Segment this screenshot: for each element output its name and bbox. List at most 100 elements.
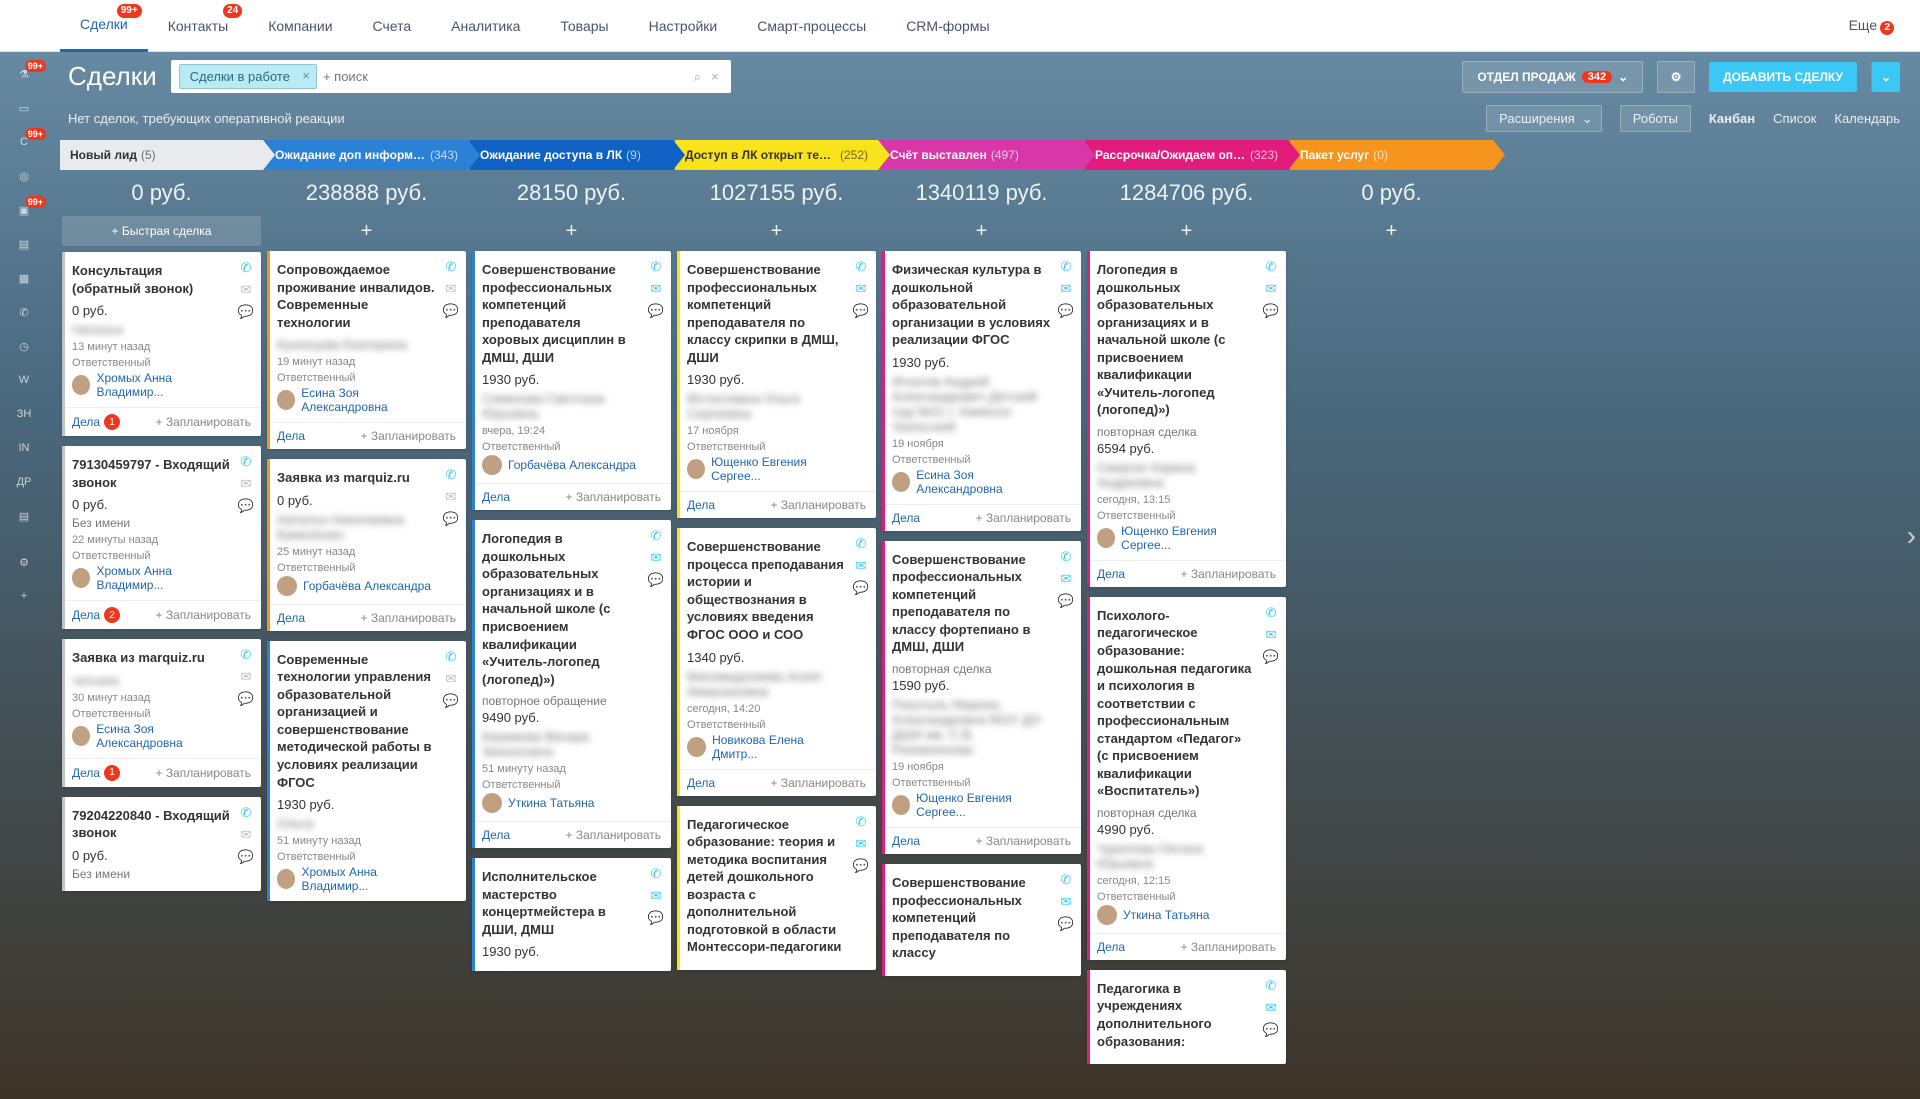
deal-card[interactable]: Логопедия в дошкольных образовательных о… bbox=[1087, 251, 1286, 587]
add-card-button[interactable]: + bbox=[265, 216, 468, 251]
settings-button[interactable]: ⚙ bbox=[1657, 61, 1695, 93]
sidebar-clock-icon[interactable]: ◷ bbox=[8, 336, 40, 356]
chat-icon[interactable]: 💬 bbox=[1057, 916, 1075, 932]
mail-icon[interactable]: ✉ bbox=[1057, 281, 1075, 297]
card-assignee[interactable]: Есина Зоя Александровна bbox=[892, 468, 1051, 496]
chat-icon[interactable]: 💬 bbox=[647, 303, 665, 319]
deal-card[interactable]: Физическая культура в дошкольной образов… bbox=[882, 251, 1081, 531]
sidebar-in[interactable]: IN bbox=[8, 438, 40, 458]
sidebar-phone-icon[interactable]: ✆ bbox=[8, 302, 40, 322]
chat-icon[interactable]: 💬 bbox=[852, 580, 870, 596]
stage-header[interactable]: Ожидание доп информации(343) bbox=[265, 140, 468, 170]
add-deal-button[interactable]: ДОБАВИТЬ СДЕЛКУ bbox=[1709, 62, 1857, 92]
deal-card[interactable]: Совершенствование процесса преподавания … bbox=[677, 528, 876, 795]
add-card-button[interactable]: + bbox=[1085, 216, 1288, 251]
nav-Смарт-процессы[interactable]: Смарт-процессы bbox=[737, 0, 886, 52]
nav-Контакты[interactable]: Контакты24 bbox=[148, 0, 248, 52]
mail-icon[interactable]: ✉ bbox=[647, 550, 665, 566]
phone-icon[interactable]: ✆ bbox=[442, 467, 460, 483]
card-assignee[interactable]: Горбачёва Александра bbox=[482, 455, 641, 475]
card-deals-link[interactable]: Дела bbox=[482, 828, 510, 842]
phone-icon[interactable]: ✆ bbox=[442, 649, 460, 665]
chat-icon[interactable]: 💬 bbox=[442, 511, 460, 527]
card-deals-link[interactable]: Дела bbox=[1097, 567, 1125, 581]
card-deals-link[interactable]: Дела bbox=[482, 490, 510, 504]
phone-icon[interactable]: ✆ bbox=[647, 866, 665, 882]
phone-icon[interactable]: ✆ bbox=[1057, 259, 1075, 275]
chat-icon[interactable]: 💬 bbox=[237, 498, 255, 514]
phone-icon[interactable]: ✆ bbox=[1057, 549, 1075, 565]
card-assignee[interactable]: Есина Зоя Александровна bbox=[277, 386, 436, 414]
card-deals-link[interactable]: Дела bbox=[277, 611, 305, 625]
mail-icon[interactable]: ✉ bbox=[237, 827, 255, 843]
mail-icon[interactable]: ✉ bbox=[237, 476, 255, 492]
phone-icon[interactable]: ✆ bbox=[237, 647, 255, 663]
card-assignee[interactable]: Уткина Татьяна bbox=[1097, 905, 1256, 925]
stage-header[interactable]: Доступ в ЛК открыт тех отд...(252) bbox=[675, 140, 878, 170]
deal-card[interactable]: Консультация (обратный звонок)0 руб.Ната… bbox=[62, 252, 261, 436]
sidebar-w[interactable]: W bbox=[8, 370, 40, 390]
mail-icon[interactable]: ✉ bbox=[647, 281, 665, 297]
card-plan-link[interactable]: + Запланировать bbox=[975, 834, 1071, 848]
phone-icon[interactable]: ✆ bbox=[852, 536, 870, 552]
view-calendar[interactable]: Календарь bbox=[1834, 111, 1900, 126]
search-icon[interactable]: ⌕ bbox=[688, 69, 707, 85]
chat-icon[interactable]: 💬 bbox=[442, 693, 460, 709]
deal-card[interactable]: Заявка из marquiz.ru0 руб.Наталья Никола… bbox=[267, 459, 466, 631]
sidebar-doc-icon[interactable]: ▤ bbox=[8, 506, 40, 526]
deal-card[interactable]: Современные технологии управления образо… bbox=[267, 641, 466, 901]
phone-icon[interactable]: ✆ bbox=[237, 805, 255, 821]
nav-Настройки[interactable]: Настройки bbox=[629, 0, 738, 52]
card-assignee[interactable]: Хромых Анна Владимир... bbox=[277, 865, 436, 893]
phone-icon[interactable]: ✆ bbox=[647, 528, 665, 544]
card-assignee[interactable]: Хромых Анна Владимир... bbox=[72, 564, 231, 592]
card-assignee[interactable]: Ющенко Евгения Сергее... bbox=[687, 455, 846, 483]
sidebar-apps-icon[interactable]: ▦ bbox=[8, 268, 40, 288]
deal-card[interactable]: Исполнительское мастерство концертмейсте… bbox=[472, 858, 671, 971]
card-plan-link[interactable]: + Запланировать bbox=[770, 498, 866, 512]
phone-icon[interactable]: ✆ bbox=[1057, 872, 1075, 888]
phone-icon[interactable]: ✆ bbox=[442, 259, 460, 275]
card-deals-link[interactable]: Дела 1 bbox=[72, 765, 120, 781]
stage-header[interactable]: Пакет услуг(0) bbox=[1290, 140, 1493, 170]
phone-icon[interactable]: ✆ bbox=[237, 454, 255, 470]
deal-card[interactable]: Педагогическое образование: теория и мет… bbox=[677, 806, 876, 970]
nav-Счета[interactable]: Счета bbox=[353, 0, 432, 52]
add-card-button[interactable]: + bbox=[880, 216, 1083, 251]
card-deals-link[interactable]: Дела 2 bbox=[72, 607, 120, 623]
mail-icon[interactable]: ✉ bbox=[442, 671, 460, 687]
sidebar-dr[interactable]: ДР bbox=[8, 472, 40, 492]
department-button[interactable]: ОТДЕЛ ПРОДАЖ 342 ⌄ bbox=[1462, 61, 1643, 93]
card-plan-link[interactable]: + Запланировать bbox=[565, 828, 661, 842]
search-clear-icon[interactable]: × bbox=[707, 69, 723, 84]
chat-icon[interactable]: 💬 bbox=[237, 849, 255, 865]
card-assignee[interactable]: Ющенко Евгения Сергее... bbox=[892, 791, 1051, 819]
add-deal-split-button[interactable]: ⌄ bbox=[1871, 62, 1900, 92]
phone-icon[interactable]: ✆ bbox=[852, 814, 870, 830]
robots-pill[interactable]: Роботы bbox=[1620, 105, 1691, 132]
quick-deal-button[interactable]: + Быстрая сделка bbox=[62, 216, 261, 246]
deal-card[interactable]: Педагогика в учреждениях дополнительного… bbox=[1087, 970, 1286, 1064]
chat-icon[interactable]: 💬 bbox=[1057, 593, 1075, 609]
card-plan-link[interactable]: + Запланировать bbox=[975, 511, 1071, 525]
view-kanban[interactable]: Канбан bbox=[1709, 111, 1755, 126]
chat-icon[interactable]: 💬 bbox=[647, 572, 665, 588]
nav-Компании[interactable]: Компании bbox=[248, 0, 352, 52]
sidebar-plus-icon[interactable]: + bbox=[8, 586, 40, 606]
mail-icon[interactable]: ✉ bbox=[442, 281, 460, 297]
stage-header[interactable]: Счёт выставлен(497) bbox=[880, 140, 1083, 170]
deal-card[interactable]: Совершенствование профессиональных компе… bbox=[677, 251, 876, 518]
card-assignee[interactable]: Новикова Елена Дмитр... bbox=[687, 733, 846, 761]
sidebar-zn[interactable]: ЗН bbox=[8, 404, 40, 424]
mail-icon[interactable]: ✉ bbox=[852, 836, 870, 852]
card-plan-link[interactable]: + Запланировать bbox=[155, 608, 251, 622]
sidebar-target-icon[interactable]: ◎ bbox=[8, 166, 40, 186]
card-plan-link[interactable]: + Запланировать bbox=[155, 415, 251, 429]
phone-icon[interactable]: ✆ bbox=[647, 259, 665, 275]
mail-icon[interactable]: ✉ bbox=[1262, 1000, 1280, 1016]
extensions-pill[interactable]: Расширения ⌄ bbox=[1486, 105, 1602, 132]
card-plan-link[interactable]: + Запланировать bbox=[360, 429, 456, 443]
mail-icon[interactable]: ✉ bbox=[852, 281, 870, 297]
card-deals-link[interactable]: Дела bbox=[1097, 940, 1125, 954]
nav-Аналитика[interactable]: Аналитика bbox=[431, 0, 540, 52]
